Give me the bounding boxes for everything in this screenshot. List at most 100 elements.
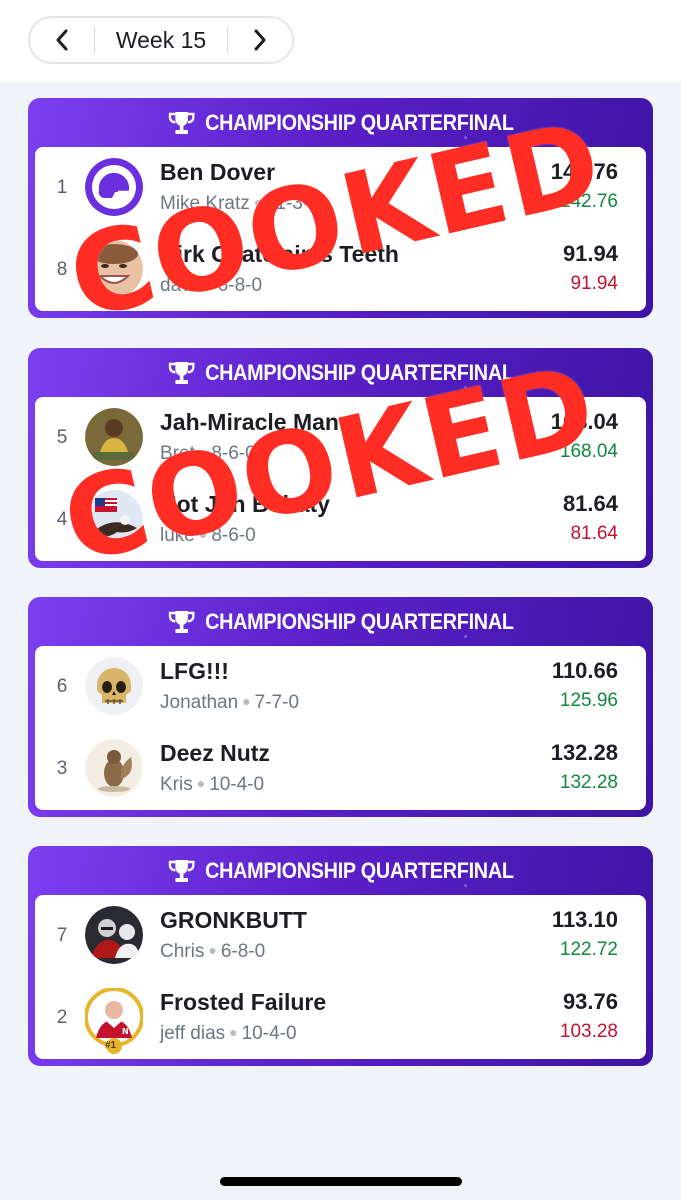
team-score: 168.04: [550, 409, 618, 434]
matchup-body: 7 GRONKBUTT Chris ● 6-8-0 113.10 122.72 2 …: [35, 895, 646, 1059]
seed-number: 6: [56, 676, 68, 697]
football-players-photo: [85, 906, 143, 964]
team-row[interactable]: 5 Jah-Miracle Man Bret ● 8-6-0 168.04 168.…: [35, 397, 646, 479]
projected-score: 132.28: [559, 772, 618, 793]
matchup-title: CHAMPIONSHIP QUARTERFINAL: [205, 858, 514, 883]
team-score: 113.10: [551, 907, 618, 932]
team-record: 10-4-0: [241, 1023, 297, 1044]
team-manager-record: Mike Kratz ● 11-3-0: [160, 193, 320, 215]
matchup-title: CHAMPIONSHIP QUARTERFINAL: [205, 360, 514, 385]
matchup-header: CHAMPIONSHIP QUARTERFINAL: [59, 348, 622, 398]
team-score: 142.76: [550, 159, 618, 184]
manager-name: jeff dias: [160, 1023, 226, 1044]
manager-name: Kris: [160, 774, 193, 795]
projected-score: 81.64: [570, 523, 618, 544]
matchup-header: CHAMPIONSHIP QUARTERFINAL: [59, 98, 622, 148]
seed-number: 3: [56, 758, 68, 779]
matchup-body: 6 LFG!!! Jonathan ● 7-7-0 110.66 125.96 3 …: [35, 646, 646, 810]
week-label[interactable]: Week 15: [95, 27, 227, 54]
team-record: 8-6-0: [211, 443, 256, 464]
team-manager-record: jeff dias ● 10-4-0: [160, 1023, 297, 1045]
separator-dot: ●: [196, 775, 206, 791]
team-record: 8-6-0: [211, 525, 256, 546]
svg-text:N: N: [122, 1027, 129, 1036]
projected-score: 122.72: [559, 939, 618, 960]
seed-number: 1: [56, 177, 68, 198]
separator-dot: ●: [198, 526, 208, 542]
team-manager-record: Bret ● 8-6-0: [160, 443, 256, 465]
seed-number: 7: [56, 925, 68, 946]
matchup-body: 5 Jah-Miracle Man Bret ● 8-6-0 168.04 168.…: [35, 397, 646, 561]
team-row[interactable]: 3 Deez Nutz Kris ● 10-4-0 132.28 132.28: [35, 728, 646, 810]
skull-icon: [85, 657, 143, 715]
team-name: Frosted Failure: [160, 989, 327, 1015]
matchup-header: CHAMPIONSHIP QUARTERFINAL: [59, 597, 622, 647]
manager-name: Mike Kratz: [160, 193, 250, 214]
team-name: LFG!!!: [160, 658, 229, 684]
team-row[interactable]: 2 N #1 Frosted Failure jeff dias ● 10-4-0 …: [35, 977, 646, 1059]
player-photo: [85, 408, 143, 466]
team-record: 7-7-0: [254, 692, 300, 713]
chevron-right-icon: [254, 29, 266, 51]
separator-dot: ●: [253, 194, 263, 210]
team-row[interactable]: 8 Dirk Chatelain's Teeth dave ● 6-8-0 91.9…: [35, 229, 646, 311]
previous-week-button[interactable]: [30, 18, 94, 62]
top-bar: Week 15: [0, 0, 681, 82]
seed-number: 8: [56, 259, 68, 280]
squirrel-photo: [85, 739, 143, 797]
team-row[interactable]: 4 Not Jon Bohaty luke ● 8-6-0 81.64 81.64: [35, 479, 646, 561]
team-manager-record: Jonathan ● 7-7-0: [160, 692, 299, 714]
team-name: Ben Dover: [160, 159, 276, 185]
team-record: 10-4-0: [209, 774, 265, 795]
separator-dot: ●: [242, 693, 251, 709]
seed-number: 2: [56, 1007, 68, 1028]
team-row[interactable]: 6 LFG!!! Jonathan ● 7-7-0 110.66 125.96: [35, 646, 646, 728]
team-manager-record: luke ● 8-6-0: [160, 525, 256, 547]
matchup-title: CHAMPIONSHIP QUARTERFINAL: [205, 609, 514, 634]
team-score: 93.76: [562, 989, 618, 1014]
home-indicator[interactable]: [220, 1177, 462, 1186]
manager-name: Chris: [160, 941, 205, 962]
team-manager-record: dave ● 6-8-0: [160, 275, 262, 297]
team-score: 110.66: [551, 658, 618, 683]
projected-score: 125.96: [559, 690, 618, 711]
team-name: Deez Nutz: [160, 740, 270, 766]
manager-name: Jonathan: [160, 692, 239, 713]
week-selector: Week 15: [28, 16, 294, 64]
trophy-icon: [168, 611, 195, 633]
separator-dot: ●: [208, 942, 217, 958]
matchup-header: CHAMPIONSHIP QUARTERFINAL: [59, 846, 622, 896]
next-week-button[interactable]: [228, 18, 292, 62]
team-record: 6-8-0: [220, 941, 266, 962]
team-manager-record: Kris ● 10-4-0: [160, 774, 264, 796]
team-name: Jah-Miracle Man: [160, 409, 339, 435]
team-score: 91.94: [562, 241, 618, 266]
team-row[interactable]: 1 Ben Dover Mike Kratz ● 11-3-0 142.76 142…: [35, 147, 646, 229]
projected-score: 103.28: [559, 1021, 618, 1042]
matchup-body: 1 Ben Dover Mike Kratz ● 11-3-0 142.76 142…: [35, 147, 646, 311]
chevron-left-icon: [56, 29, 68, 51]
manager-name: luke: [160, 525, 195, 546]
matchup-card[interactable]: CHAMPIONSHIP QUARTERFINAL 7 GRONKBUTT Ch…: [28, 846, 653, 1066]
projected-score: 142.76: [559, 191, 618, 212]
separator-dot: ●: [198, 444, 208, 460]
eagle-flag-photo: [85, 490, 143, 548]
manager-name: Bret: [160, 443, 195, 464]
seed-number: 4: [56, 509, 68, 530]
projected-score: 91.94: [570, 273, 618, 294]
seed-number: 5: [56, 427, 68, 448]
separator-dot: ●: [205, 276, 214, 292]
team-record: 11-3-0: [266, 193, 320, 214]
team-record: 6-8-0: [217, 275, 263, 296]
matchup-card[interactable]: CHAMPIONSHIP QUARTERFINAL 5 Jah-Miracle …: [28, 348, 653, 568]
matchup-card[interactable]: CHAMPIONSHIP QUARTERFINAL 6 LFG!!! Jonat…: [28, 597, 653, 817]
matchup-card[interactable]: CHAMPIONSHIP QUARTERFINAL 1 Ben Dover Mi…: [28, 98, 653, 318]
team-name: Dirk Chatelain's Teeth: [160, 241, 399, 267]
team-score: 81.64: [562, 491, 618, 516]
team-name: GRONKBUTT: [160, 907, 307, 933]
team-name: Not Jon Bohaty: [160, 491, 330, 517]
helmet-icon: [85, 158, 143, 216]
team-row[interactable]: 7 GRONKBUTT Chris ● 6-8-0 113.10 122.72: [35, 895, 646, 977]
matchup-title: CHAMPIONSHIP QUARTERFINAL: [205, 110, 514, 135]
coach-photo: N #1: [84, 987, 144, 1054]
